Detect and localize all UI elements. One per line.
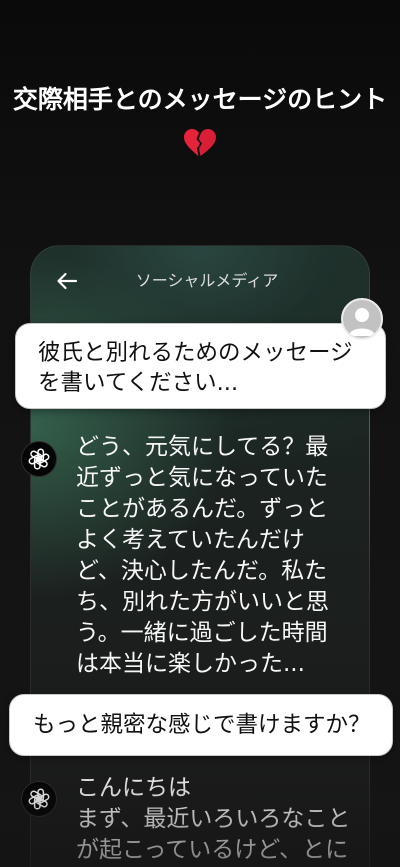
prompt-line: もっと親密な感じで書けますか？ [33, 712, 371, 738]
reply-line: どう、元気にしてる？最 [76, 434, 329, 460]
reply-line: ことがあるんだ。ずっと [76, 496, 329, 522]
reply-line: よく考えていたんだけ [76, 527, 305, 553]
reply-line: う。一緒に過ごした時間 [76, 620, 328, 646]
reply-line: は本当に楽しかった... [76, 651, 305, 677]
headline: 交際相手とのメッセージのヒント [12, 85, 388, 114]
phone-mockup: ソーシャルメディア 彼氏と別れるためのメッセージ を書いてください... どう、… [9, 245, 393, 867]
openai-logo-graphic [28, 448, 50, 470]
reply-line: が起こっているけど、とに [76, 837, 349, 863]
openai-logo-graphic [28, 788, 50, 810]
reply-line: ち、別れた方がいいと思 [76, 589, 329, 615]
assistant-reply: こんにちは まず、最近いろいろなこと が起こっているけど、とに [76, 773, 350, 866]
reply-line: 近ずっと気になっていた [76, 465, 328, 491]
reply-line: こんにちは [76, 775, 191, 801]
prompt-line: 彼氏と別れるためのメッセージ [38, 340, 353, 366]
prompt-bubble: もっと親密な感じで書けますか？ [9, 694, 393, 756]
assistant-reply: どう、元気にしてる？最 近ずっと気になっていた ことがあるんだ。ずっと よく考え… [76, 432, 329, 680]
screen-title: ソーシャルメディア [135, 271, 279, 290]
user-silhouette [349, 308, 375, 336]
reply-line: まず、最近いろいろなこと [76, 806, 351, 832]
user-avatar-icon [341, 298, 383, 340]
broken-heart-icon [183, 128, 217, 158]
reply-line: ど、決心したんだ。私た [76, 558, 328, 584]
heart-right-half [198, 129, 216, 156]
heart-left-half [184, 129, 200, 156]
prompt-bubble: 彼氏と別れるためのメッセージ を書いてください... [15, 323, 386, 409]
prompt-line: を書いてください... [38, 370, 239, 396]
openai-logo-icon [21, 781, 57, 817]
broken-heart-graphic [184, 129, 216, 156]
openai-logo-icon [21, 441, 57, 477]
